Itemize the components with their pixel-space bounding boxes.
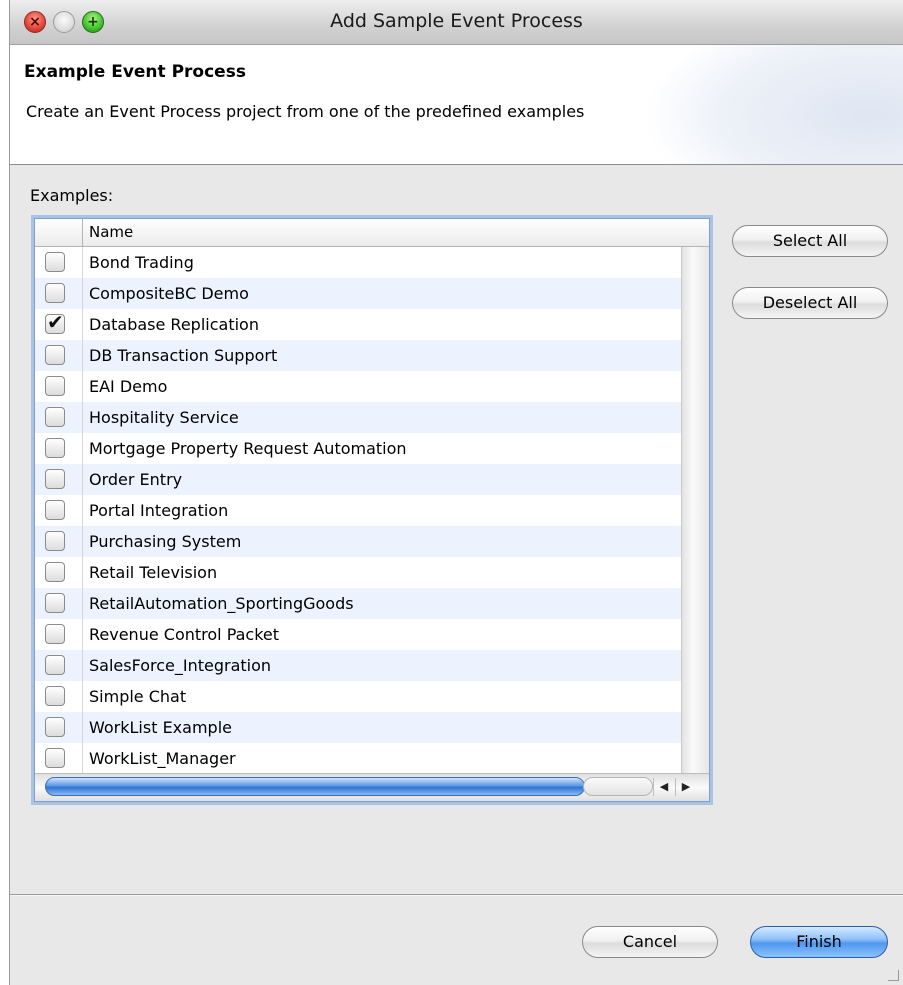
example-name: Retail Television — [89, 563, 218, 582]
example-checkbox[interactable] — [45, 469, 65, 489]
list-item[interactable]: SalesForce_Integration — [35, 650, 681, 681]
scroll-left-arrow-icon[interactable]: ◀ — [653, 778, 674, 796]
example-checkbox[interactable] — [45, 252, 65, 272]
checkmark-icon: ✔ — [47, 310, 64, 334]
list-item[interactable]: Order Entry — [35, 464, 681, 495]
example-name: Mortgage Property Request Automation — [89, 439, 407, 458]
examples-label: Examples: — [30, 186, 114, 205]
list-item[interactable]: Mortgage Property Request Automation — [35, 433, 681, 464]
list-item[interactable]: Revenue Control Packet — [35, 619, 681, 650]
list-item[interactable]: Purchasing System — [35, 526, 681, 557]
vertical-scrollbar[interactable] — [681, 247, 709, 775]
example-checkbox[interactable] — [45, 345, 65, 365]
list-item[interactable]: Retail Television — [35, 557, 681, 588]
banner-graphic — [643, 45, 903, 164]
example-checkbox[interactable] — [45, 376, 65, 396]
list-item[interactable]: WorkList_Manager — [35, 743, 681, 774]
example-name: Simple Chat — [89, 687, 187, 706]
banner-title: Example Event Process — [24, 62, 246, 82]
example-name: WorkList_Manager — [89, 749, 236, 768]
example-name: Portal Integration — [89, 501, 229, 520]
banner-description: Create an Event Process project from one… — [26, 102, 585, 121]
example-name: EAI Demo — [89, 377, 168, 396]
examples-table[interactable]: Name Bond Trading CompositeBC Demo ✔ Databa… — [34, 218, 710, 802]
example-checkbox[interactable] — [45, 624, 65, 644]
example-checkbox[interactable] — [45, 531, 65, 551]
list-item[interactable]: Portal Integration — [35, 495, 681, 526]
name-column-header[interactable]: Name — [89, 219, 133, 246]
list-item[interactable]: Bond Trading — [35, 247, 681, 278]
horizontal-scrollbar[interactable]: ◀ ▶ — [35, 773, 709, 801]
example-name: Hospitality Service — [89, 408, 239, 427]
column-divider — [82, 247, 83, 775]
example-name: Bond Trading — [89, 253, 194, 272]
cancel-button[interactable]: Cancel — [582, 926, 718, 958]
example-checkbox[interactable] — [45, 500, 65, 520]
example-checkbox[interactable] — [45, 748, 65, 768]
example-name: Order Entry — [89, 470, 183, 489]
checkbox-column-header[interactable] — [35, 219, 83, 246]
list-item[interactable]: EAI Demo — [35, 371, 681, 402]
list-item[interactable]: Simple Chat — [35, 681, 681, 712]
example-checkbox[interactable] — [45, 593, 65, 613]
wizard-banner: Example Event Process Create an Event Pr… — [10, 45, 903, 165]
title-bar[interactable]: × + Add Sample Event Process — [10, 0, 903, 45]
example-checkbox[interactable] — [45, 283, 65, 303]
example-checkbox[interactable] — [45, 407, 65, 427]
deselect-all-button[interactable]: Deselect All — [732, 287, 888, 319]
example-name: CompositeBC Demo — [89, 284, 249, 303]
finish-button[interactable]: Finish — [750, 926, 888, 958]
example-checkbox[interactable] — [45, 562, 65, 582]
list-item[interactable]: CompositeBC Demo — [35, 278, 681, 309]
example-name: Revenue Control Packet — [89, 625, 280, 644]
example-name: WorkList Example — [89, 718, 232, 737]
list-item[interactable]: Hospitality Service — [35, 402, 681, 433]
example-checkbox[interactable] — [45, 655, 65, 675]
list-item[interactable]: RetailAutomation_SportingGoods — [35, 588, 681, 619]
horizontal-scroll-thumb[interactable] — [45, 777, 585, 796]
scroll-right-arrow-icon[interactable]: ▶ — [675, 778, 696, 796]
resize-grip-icon[interactable] — [888, 970, 899, 981]
example-checkbox[interactable] — [45, 438, 65, 458]
example-checkbox[interactable] — [45, 686, 65, 706]
dialog-window: × + Add Sample Event Process Example Eve… — [9, 0, 903, 985]
list-item[interactable]: ✔ Database Replication — [35, 309, 681, 340]
list-item[interactable]: DB Transaction Support — [35, 340, 681, 371]
select-all-button[interactable]: Select All — [732, 225, 888, 257]
window-title: Add Sample Event Process — [330, 10, 583, 32]
horizontal-scroll-track[interactable] — [583, 777, 653, 796]
footer-separator-highlight — [10, 895, 903, 896]
example-name: DB Transaction Support — [89, 346, 278, 365]
example-checkbox[interactable]: ✔ — [45, 310, 65, 334]
list-item[interactable]: WorkList Example — [35, 712, 681, 743]
example-name: SalesForce_Integration — [89, 656, 272, 675]
example-checkbox[interactable] — [45, 717, 65, 737]
example-name: Database Replication — [89, 315, 259, 334]
table-header: Name — [35, 219, 709, 247]
example-name: Purchasing System — [89, 532, 242, 551]
example-name: RetailAutomation_SportingGoods — [89, 594, 354, 613]
